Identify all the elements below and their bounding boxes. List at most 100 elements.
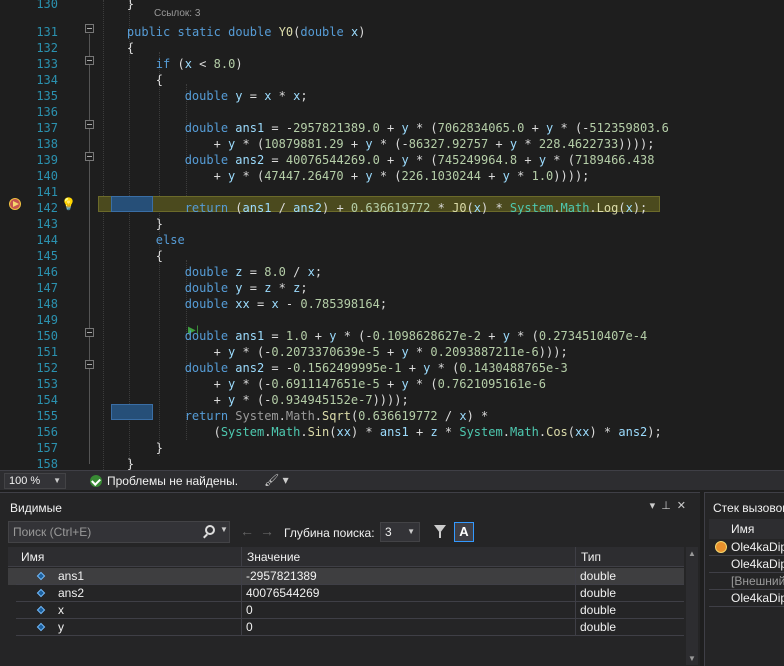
line-number: 130: [36, 0, 58, 11]
variable-row[interactable]: x 0 double: [8, 602, 684, 619]
problems-text: Проблемы не найдены.: [107, 474, 239, 488]
code-token: ans2: [293, 201, 323, 215]
code-line[interactable]: }: [98, 0, 134, 12]
column-value[interactable]: Значение: [242, 547, 576, 567]
code-token: z: [430, 425, 438, 439]
code-token: Math: [509, 425, 539, 439]
line-number: 154: [36, 393, 58, 407]
collapse-icon[interactable]: [85, 152, 94, 161]
lightbulb-icon[interactable]: 💡: [61, 196, 76, 212]
code-token: double: [184, 361, 229, 375]
search-depth-select[interactable]: 3 ▼: [380, 522, 420, 542]
code-token: Math: [285, 409, 315, 423]
chevron-down-icon[interactable]: ▾: [650, 500, 662, 512]
code-line[interactable]: double ans1 = 1.0 + y * (-0.1098628627e-…: [98, 328, 648, 344]
code-token: x: [264, 89, 272, 103]
panel-title-buttons[interactable]: ▾⊥✕: [650, 499, 692, 512]
code-line[interactable]: return (ans1 / ans2) + 0.636619772 * J0(…: [98, 200, 648, 216]
code-cleanup-icon[interactable]: 🖌 ▾: [264, 473, 289, 487]
filter-icon[interactable]: [434, 525, 446, 538]
code-token: x: [184, 57, 192, 71]
code-line[interactable]: (System.Math.Sin(xx) * ans1 + z * System…: [98, 424, 662, 440]
code-line[interactable]: public static double Y0(double x): [98, 24, 366, 40]
code-line[interactable]: + y * (-0.934945152e-7))));: [98, 392, 409, 408]
line-number: 132: [36, 41, 58, 55]
code-line[interactable]: double z = 8.0 / x;: [98, 264, 322, 280]
collapse-icon[interactable]: [85, 56, 94, 65]
code-token: y: [502, 329, 510, 343]
scroll-down-icon[interactable]: ▼: [688, 654, 696, 663]
close-icon[interactable]: ✕: [677, 500, 692, 512]
code-line[interactable]: }: [98, 216, 163, 232]
vertical-scrollbar[interactable]: ▲ ▼: [686, 547, 698, 665]
code-line[interactable]: double y = z * z;: [98, 280, 308, 296]
call-stack-frame[interactable]: Ole4kaDip: [709, 539, 784, 556]
search-icon[interactable]: [205, 525, 215, 535]
column-name[interactable]: Имя: [16, 547, 242, 567]
arrow-right-icon[interactable]: →: [260, 523, 274, 539]
code-line[interactable]: + y * (10879881.29 + y * (-86327.92757 +…: [98, 136, 655, 152]
code-line[interactable]: double ans1 = -2957821389.0 + y * (70628…: [98, 120, 669, 136]
code-line[interactable]: + y * (47447.26470 + y * (226.1030244 + …: [98, 168, 590, 184]
chevron-down-icon[interactable]: ▼: [220, 525, 228, 534]
variable-row[interactable]: ans1 -2957821389 double: [8, 568, 684, 585]
call-stack-frame[interactable]: [Внешний: [709, 573, 784, 590]
code-token: y: [401, 153, 409, 167]
code-token: 512359803.6: [589, 121, 669, 135]
variable-value[interactable]: 40076544269: [242, 585, 576, 602]
code-line[interactable]: double ans2 = 40076544269.0 + y * (74524…: [98, 152, 655, 168]
problems-indicator[interactable]: Проблемы не найдены.: [90, 473, 238, 489]
zoom-dropdown[interactable]: 100 % ▼: [4, 473, 66, 489]
code-line[interactable]: }: [98, 440, 163, 456]
code-line[interactable]: double y = x * x;: [98, 88, 308, 104]
breakpoint-margin[interactable]: [0, 0, 30, 470]
variable-name: y: [16, 619, 242, 636]
variable-value[interactable]: 0: [242, 602, 576, 619]
code-token: y: [228, 393, 236, 407]
scroll-up-icon[interactable]: ▲: [688, 549, 696, 558]
code-token: z: [235, 265, 243, 279]
pin-icon[interactable]: ⊥: [661, 500, 677, 512]
code-token: 8.0: [213, 57, 236, 71]
variable-row[interactable]: y 0 double: [8, 619, 684, 636]
code-line[interactable]: {: [98, 248, 163, 264]
variable-value[interactable]: 0: [242, 619, 576, 636]
code-line[interactable]: double ans2 = -0.1562499995e-1 + y * (0.…: [98, 360, 568, 376]
code-line[interactable]: + y * (-0.6911147651e-5 + y * (0.7621095…: [98, 376, 546, 392]
line-number: 148: [36, 297, 58, 311]
code-token: x: [307, 265, 315, 279]
code-line[interactable]: if (x < 8.0): [98, 56, 243, 72]
collapse-icon[interactable]: [85, 24, 94, 33]
collapse-icon[interactable]: [85, 328, 94, 337]
code-line[interactable]: {: [98, 40, 134, 56]
code-token: y: [401, 377, 409, 391]
code-token: 0.636619772: [350, 201, 431, 215]
code-line[interactable]: return System.Math.Sqrt(0.636619772 / x)…: [98, 408, 489, 424]
variable-value[interactable]: -2957821389: [242, 568, 576, 585]
code-text[interactable]: Ссылок: 3 } public static double Y0(doub…: [98, 0, 784, 470]
code-token: double: [184, 297, 229, 311]
variable-type: double: [576, 568, 684, 585]
column-type[interactable]: Тип: [576, 547, 684, 567]
collapse-icon[interactable]: [85, 360, 94, 369]
search-box[interactable]: ▼: [8, 521, 230, 543]
variable-row[interactable]: ans2 40076544269 double: [8, 585, 684, 602]
code-token: 0.1430488765e-3: [459, 361, 568, 375]
code-line[interactable]: double xx = x - 0.785398164;: [98, 296, 387, 312]
arrow-left-icon[interactable]: ←: [240, 523, 254, 539]
code-line[interactable]: {: [98, 72, 163, 88]
line-number: 145: [36, 249, 58, 263]
code-line[interactable]: else: [98, 232, 185, 248]
call-stack-frame[interactable]: Ole4kaDip: [709, 590, 784, 607]
code-token: xx: [235, 297, 250, 311]
code-line[interactable]: }: [98, 456, 134, 470]
codelens-references[interactable]: Ссылок: 3: [154, 8, 200, 19]
match-case-button[interactable]: A: [454, 522, 474, 542]
column-name[interactable]: Имя: [709, 519, 784, 539]
collapse-icon[interactable]: [85, 120, 94, 129]
call-stack-frame[interactable]: Ole4kaDip: [709, 556, 784, 573]
code-line[interactable]: + y * (-0.2073370639e-5 + y * 0.20938872…: [98, 344, 568, 360]
search-input[interactable]: [13, 524, 193, 540]
code-editor[interactable]: 💡 130 131 132 133 134 135 136 137 138 139 140 141 14…: [0, 0, 784, 470]
code-token: if: [155, 57, 171, 71]
